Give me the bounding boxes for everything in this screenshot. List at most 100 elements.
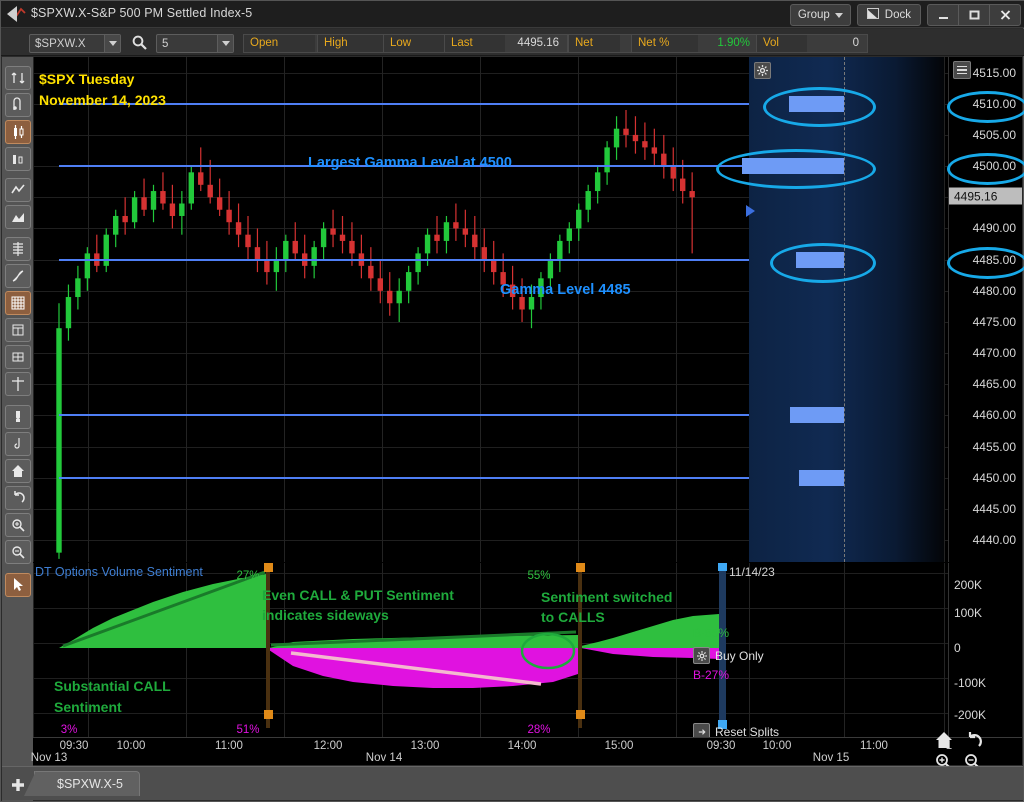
symbol-value: $SPXW.X (30, 38, 104, 50)
zoom-out-tool[interactable] (5, 540, 31, 564)
substantial-call-l1: Substantial CALL (54, 678, 171, 694)
curve-tool[interactable] (5, 264, 31, 288)
price-tick: 4470.00 (973, 346, 1016, 360)
time-tick: 09:30 (60, 740, 89, 752)
time-tick: 10:00 (117, 740, 146, 752)
window-title: $SPXW.X-S&P 500 PM Settled Index-5 (31, 6, 252, 20)
price-tick: 4455.00 (973, 440, 1016, 454)
sentiment-percent-marker: 55% (527, 570, 550, 582)
highlight-ellipse (947, 91, 1024, 123)
ladder-tool[interactable] (5, 237, 31, 261)
time-axis[interactable]: 09:3010:0011:0012:0013:0014:0015:0009:30… (33, 737, 1022, 765)
gamma-level-line (59, 259, 749, 261)
dock-icon (867, 8, 879, 22)
home-icon[interactable] (933, 729, 955, 751)
price-tick: 4475.00 (973, 315, 1016, 329)
grid-line (944, 57, 945, 562)
undo-tool[interactable] (5, 486, 31, 510)
quote-label: Vol (757, 35, 807, 52)
highlight-ellipse (763, 87, 876, 127)
close-button[interactable] (990, 5, 1020, 25)
price-tick: 4460.00 (973, 408, 1016, 422)
trading-chart-window: $SPXW.X-S&P 500 PM Settled Index-5 Group… (0, 0, 1024, 802)
grid-tool[interactable] (5, 291, 31, 315)
highlight-ellipse (770, 243, 876, 283)
date-marker: 11/14/23 (729, 565, 775, 579)
switched-calls-l2: to CALLS (541, 609, 605, 625)
quote-label: Low (384, 35, 446, 52)
chevron-down-icon (835, 13, 843, 18)
chevron-down-icon[interactable] (104, 35, 120, 52)
series-legend: B-55% (693, 626, 729, 640)
home-tool[interactable] (5, 459, 31, 483)
title-line2: November 14, 2023 (39, 92, 166, 108)
dock-button[interactable]: Dock (857, 4, 921, 26)
quote-value: 1.90% (698, 35, 758, 52)
buy-only-button[interactable]: Buy Only (693, 647, 764, 664)
highlight-ellipse (716, 149, 876, 189)
window-controls: Group Dock (790, 4, 1021, 26)
cursor-crosshair-tool[interactable] (5, 66, 31, 90)
quote-label: Net % (632, 35, 698, 52)
select-arrow-tool[interactable] (5, 573, 31, 597)
line-style-tool[interactable] (5, 178, 31, 202)
title-bar: $SPXW.X-S&P 500 PM Settled Index-5 Group… (1, 1, 1024, 28)
bar-style-tool[interactable] (5, 147, 31, 171)
price-axis[interactable]: 4515.004510.004505.004500.004490.004485.… (948, 57, 1022, 562)
volume-tick: 0 (954, 641, 961, 655)
table-tool[interactable] (5, 318, 31, 342)
zoom-in-tool[interactable] (5, 513, 31, 537)
crosshair-tool[interactable] (5, 372, 31, 396)
button-label: Reset Splits (715, 725, 779, 739)
switched-calls-l1: Sentiment switched (541, 589, 672, 605)
price-tick: 4505.00 (973, 128, 1016, 142)
interval-input[interactable]: 5 (156, 34, 234, 53)
maximize-button[interactable] (959, 5, 990, 25)
options-volume-sentiment-pane[interactable]: DT Options Volume Sentiment11/14/23Even … (33, 563, 1022, 738)
plus-icon[interactable] (11, 778, 25, 792)
sentiment-percent-marker: 27% (236, 570, 259, 582)
minimize-button[interactable] (928, 5, 959, 25)
interval-value: 5 (157, 38, 217, 50)
time-tick: 09:30 (707, 740, 736, 752)
price-pane[interactable]: $SPX TuesdayNovember 14, 2023Largest Gam… (33, 57, 1022, 562)
chart-tab[interactable]: $SPXW.X-5 (34, 771, 140, 796)
price-tick: 4450.00 (973, 471, 1016, 485)
volume-axis: 200K100K0-100K-200K (948, 563, 1022, 738)
draw-pointer-tool[interactable] (5, 93, 31, 117)
undo-icon[interactable] (962, 729, 984, 751)
candlestick-style-tool[interactable] (5, 120, 31, 144)
quote-vol: Vol0 (756, 34, 868, 53)
area-style-tool[interactable] (5, 205, 31, 229)
gear-icon[interactable] (754, 62, 771, 79)
time-tick: 15:00 (605, 740, 634, 752)
quote-label: Open (244, 35, 315, 52)
group-button-label: Group (798, 9, 830, 21)
hamburger-menu-icon[interactable] (953, 61, 971, 79)
time-tick: 14:00 (508, 740, 537, 752)
reset-icon (693, 723, 710, 738)
date-tick: Nov 14 (366, 752, 402, 764)
note-tool[interactable] (5, 432, 31, 456)
time-tick: 11:00 (860, 740, 888, 752)
matrix-tool[interactable] (5, 345, 31, 369)
time-tick: 11:00 (215, 740, 243, 752)
price-tick: 4515.00 (973, 66, 1016, 80)
search-icon[interactable] (132, 35, 147, 55)
symbol-input[interactable]: $SPXW.X (29, 34, 121, 53)
grid-line (944, 563, 945, 738)
group-button[interactable]: Group (790, 4, 851, 26)
quote-value: 4495.16 (505, 35, 567, 52)
time-tick: 13:00 (411, 740, 440, 752)
chart-area: $SPX TuesdayNovember 14, 2023Largest Gam… (33, 57, 1022, 765)
series-legend: B-27% (693, 668, 729, 682)
chevron-down-icon[interactable] (217, 35, 233, 52)
volume-tick: 200K (954, 578, 982, 592)
back-arrow-icon[interactable] (7, 6, 17, 22)
substantial-call-l2: Sentiment (54, 699, 122, 715)
title-line1: $SPX Tuesday (39, 71, 134, 87)
gamma-level-line (59, 477, 749, 479)
magnet-tool[interactable] (5, 405, 31, 429)
reset-splits-button[interactable]: Reset Splits (693, 723, 779, 738)
window-button-group (927, 4, 1021, 26)
